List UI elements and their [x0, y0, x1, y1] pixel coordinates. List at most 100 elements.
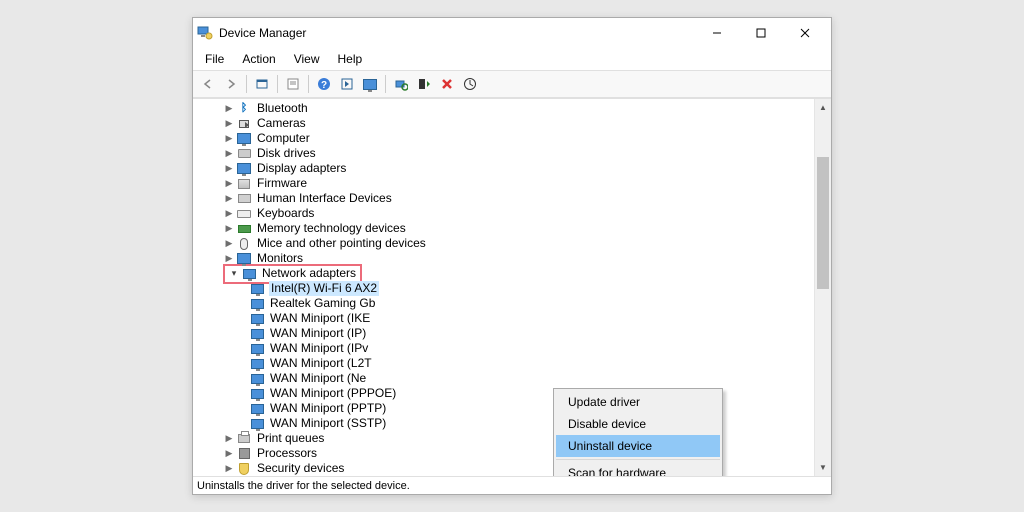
tree-label: WAN Miniport (IP)	[269, 326, 367, 341]
app-icon	[197, 25, 213, 41]
scrollbar-vertical[interactable]: ▲ ▼	[814, 99, 831, 476]
tree-item-hid[interactable]: ▶ Human Interface Devices	[205, 191, 812, 206]
tree-label: Display adapters	[256, 161, 347, 176]
tree-item-firmware[interactable]: ▶Firmware	[205, 176, 812, 191]
menu-action[interactable]: Action	[234, 50, 283, 68]
close-button[interactable]	[783, 19, 827, 47]
tree-label: Memory technology devices	[256, 221, 407, 236]
network-icon	[249, 356, 265, 372]
tree-label: Bluetooth	[256, 101, 309, 116]
chevron-right-icon[interactable]: ▶	[223, 148, 235, 160]
tree-item-network-adapters[interactable]: ▾ Network adapters	[205, 266, 812, 281]
add-legacy-button[interactable]	[413, 73, 435, 95]
forward-button[interactable]	[220, 73, 242, 95]
tree-label: Keyboards	[256, 206, 315, 221]
computer-button[interactable]	[359, 73, 381, 95]
tree-label: Cameras	[256, 116, 307, 131]
tree-item-bluetooth[interactable]: ▶ᛒ Bluetooth	[205, 101, 812, 116]
tree-label: WAN Miniport (IKE	[269, 311, 371, 326]
security-icon	[236, 461, 252, 477]
chevron-right-icon[interactable]: ▶	[223, 238, 235, 250]
scrollbar-thumb[interactable]	[817, 157, 829, 289]
tree-label: WAN Miniport (PPPOE)	[269, 386, 397, 401]
tree-label: Network adapters	[261, 266, 357, 281]
show-hide-console-button[interactable]	[251, 73, 273, 95]
tree-label: WAN Miniport (L2T	[269, 356, 373, 371]
chevron-right-icon[interactable]: ▶	[223, 223, 235, 235]
minimize-button[interactable]	[695, 19, 739, 47]
network-icon	[249, 326, 265, 342]
chevron-right-icon[interactable]: ▶	[223, 208, 235, 220]
network-icon	[249, 296, 265, 312]
scroll-arrow-up-icon[interactable]: ▲	[815, 99, 831, 116]
hid-icon	[236, 191, 252, 207]
tree-label: Realtek Gaming Gb	[269, 296, 376, 311]
tree-label: WAN Miniport (Ne	[269, 371, 367, 386]
tree-item-network-child[interactable]: WAN Miniport (L2T	[205, 356, 812, 371]
menu-view[interactable]: View	[286, 50, 328, 68]
mouse-icon	[236, 236, 252, 252]
chevron-right-icon[interactable]: ▶	[223, 178, 235, 190]
chevron-right-icon[interactable]: ▶	[223, 133, 235, 145]
memory-icon	[236, 221, 252, 237]
refresh-button[interactable]	[336, 73, 358, 95]
tree-label: Human Interface Devices	[256, 191, 393, 206]
tree-item-network-child[interactable]: Intel(R) Wi-Fi 6 AX2	[205, 281, 812, 296]
scroll-arrow-down-icon[interactable]: ▼	[815, 459, 831, 476]
chevron-right-icon[interactable]: ▶	[223, 118, 235, 130]
camera-icon	[236, 116, 252, 132]
context-scan-hardware[interactable]: Scan for hardware changes	[556, 462, 720, 476]
chevron-right-icon[interactable]: ▶	[223, 448, 235, 460]
window-title: Device Manager	[219, 26, 306, 40]
back-button[interactable]	[197, 73, 219, 95]
tree-item-keyboards[interactable]: ▶ Keyboards	[205, 206, 812, 221]
disk-icon	[236, 146, 252, 162]
tree-item-display-adapters[interactable]: ▶ Display adapters	[205, 161, 812, 176]
uninstall-button[interactable]	[436, 73, 458, 95]
tree-item-network-child[interactable]: WAN Miniport (Ne	[205, 371, 812, 386]
menubar: File Action View Help	[193, 48, 831, 70]
tree-item-network-child[interactable]: WAN Miniport (IP)	[205, 326, 812, 341]
chevron-right-icon[interactable]: ▶	[223, 433, 235, 445]
computer-icon	[236, 131, 252, 147]
chevron-down-icon[interactable]: ▾	[228, 268, 240, 280]
tree-item-memory[interactable]: ▶ Memory technology devices	[205, 221, 812, 236]
tree-label: WAN Miniport (IPv	[269, 341, 369, 356]
update-driver-button[interactable]	[459, 73, 481, 95]
statusbar: Uninstalls the driver for the selected d…	[193, 476, 831, 494]
chevron-right-icon[interactable]: ▶	[223, 193, 235, 205]
tree-label: Disk drives	[256, 146, 317, 161]
tree-label: Processors	[256, 446, 318, 461]
tree-item-cameras[interactable]: ▶ Cameras	[205, 116, 812, 131]
status-text: Uninstalls the driver for the selected d…	[197, 480, 410, 492]
network-icon	[249, 281, 265, 297]
tree-label: Security devices	[256, 461, 345, 476]
chevron-right-icon[interactable]: ▶	[223, 163, 235, 175]
network-icon	[249, 401, 265, 417]
help-button[interactable]: ?	[313, 73, 335, 95]
network-icon	[249, 341, 265, 357]
chevron-right-icon[interactable]: ▶	[223, 463, 235, 475]
context-update-driver[interactable]: Update driver	[556, 391, 720, 413]
maximize-button[interactable]	[739, 19, 783, 47]
bluetooth-icon: ᛒ	[236, 101, 252, 117]
tree-label: Intel(R) Wi-Fi 6 AX2	[269, 281, 379, 296]
tree-item-network-child[interactable]: Realtek Gaming Gb	[205, 296, 812, 311]
menu-help[interactable]: Help	[330, 50, 371, 68]
tree-item-network-child[interactable]: WAN Miniport (IKE	[205, 311, 812, 326]
tree-item-computer[interactable]: ▶Computer	[205, 131, 812, 146]
scan-hardware-button[interactable]	[390, 73, 412, 95]
tree-item-network-child[interactable]: WAN Miniport (IPv	[205, 341, 812, 356]
tree-item-disk-drives[interactable]: ▶ Disk drives	[205, 146, 812, 161]
menu-file[interactable]: File	[197, 50, 232, 68]
toolbar-separator	[308, 75, 309, 93]
tree-item-mice[interactable]: ▶Mice and other pointing devices	[205, 236, 812, 251]
context-menu: Update driver Disable device Uninstall d…	[553, 388, 723, 476]
context-uninstall-device[interactable]: Uninstall device	[556, 435, 720, 457]
properties-button[interactable]	[282, 73, 304, 95]
network-icon	[249, 386, 265, 402]
chevron-right-icon[interactable]: ▶	[223, 103, 235, 115]
context-disable-device[interactable]: Disable device	[556, 413, 720, 435]
toolbar-separator	[246, 75, 247, 93]
firmware-icon	[236, 176, 252, 192]
